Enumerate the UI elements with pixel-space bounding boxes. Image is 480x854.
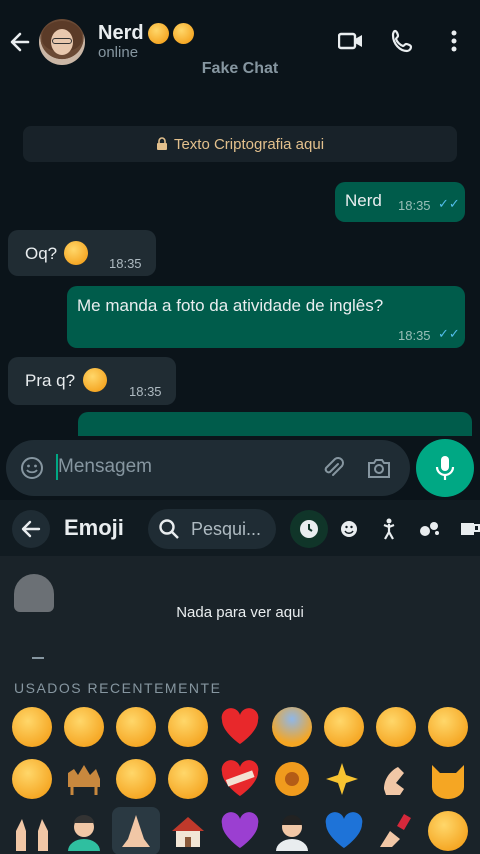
message-time: 18:35 — [398, 198, 431, 213]
avatar[interactable] — [39, 19, 85, 65]
divider — [32, 657, 44, 659]
message-time: 18:35 — [109, 256, 142, 271]
read-ticks-icon: ✓✓ — [438, 326, 460, 341]
microphone-button[interactable] — [416, 439, 474, 497]
message-text: Me manda a foto da atividade de inglês? — [77, 296, 384, 315]
hushed-emoji-icon[interactable] — [112, 703, 160, 751]
emoji-search-input[interactable]: Pesqui... — [148, 509, 276, 549]
message-time: 18:35 — [398, 328, 431, 343]
message-text: Oq? — [25, 244, 58, 263]
mending-heart-emoji-icon[interactable] — [216, 755, 264, 803]
encryption-notice[interactable]: Texto Criptografia aqui — [23, 126, 457, 162]
raising-hands-emoji-icon[interactable] — [8, 807, 56, 854]
message-text: Pra q? — [25, 371, 76, 390]
message-input-bar[interactable]: Mensagem — [6, 440, 410, 496]
unamused-face-icon — [172, 23, 194, 44]
category-person-icon[interactable] — [370, 510, 408, 548]
expressionless-emoji-icon[interactable] — [60, 703, 108, 751]
house-emoji-icon[interactable] — [164, 807, 212, 854]
chat-header: Nerd online Fake Chat — [0, 0, 480, 84]
purple-heart-emoji-icon[interactable] — [216, 807, 264, 854]
attach-icon[interactable] — [320, 455, 346, 486]
pinching-hand-emoji-icon[interactable] — [372, 755, 420, 803]
message-outgoing-partial[interactable] — [78, 412, 472, 436]
search-icon — [159, 519, 179, 539]
emoji-search-placeholder: Pesqui... — [191, 519, 262, 539]
praying-hands-emoji-icon[interactable] — [112, 807, 160, 854]
empty-state-text: Nada para ver aqui — [176, 604, 304, 621]
blue-heart-emoji-icon[interactable] — [320, 807, 368, 854]
sparkles-emoji-icon[interactable] — [320, 755, 368, 803]
category-smiley-icon[interactable] — [330, 510, 368, 548]
recent-section-title: USADOS RECENTEMENTE — [14, 680, 222, 696]
emoji-panel: Emoji Pesqui... Nada para ver aqui USADO… — [0, 500, 480, 854]
shy-face-emoji-icon[interactable] — [424, 807, 472, 854]
nerd-face-icon — [147, 23, 169, 44]
lock-icon — [156, 137, 167, 150]
emoji-panel-title: Emoji — [64, 515, 124, 540]
woman-emoji-icon[interactable] — [268, 807, 316, 854]
rolling-eyes-emoji-icon[interactable] — [372, 703, 420, 751]
emoji-back-button[interactable] — [12, 510, 50, 548]
message-incoming[interactable]: Pra q? 18:35 — [8, 357, 176, 405]
man-emoji-icon[interactable] — [60, 807, 108, 854]
more-options-icon[interactable] — [444, 28, 470, 54]
read-ticks-icon: ✓✓ — [438, 196, 460, 211]
message-time: 18:35 — [129, 384, 162, 399]
flower-emoji-icon[interactable] — [268, 755, 316, 803]
cat-face-emoji-icon[interactable] — [424, 755, 472, 803]
chat-area[interactable]: Texto Criptografia aqui Nerd 18:35 ✓✓ Oq… — [0, 84, 480, 436]
scream-emoji-icon[interactable] — [268, 703, 316, 751]
grinning-emoji-icon[interactable] — [8, 703, 56, 751]
message-outgoing[interactable]: Me manda a foto da atividade de inglês? … — [67, 286, 465, 348]
message-input[interactable]: Mensagem — [58, 456, 152, 478]
nerd-face-icon — [64, 241, 88, 265]
fake-chat-banner: Fake Chat — [201, 60, 279, 77]
category-recent-icon[interactable] — [290, 510, 328, 548]
raised-eyebrow-icon — [83, 368, 107, 392]
emoji-icon[interactable] — [20, 456, 44, 485]
contact-status: online — [98, 44, 139, 61]
camera-icon[interactable] — [366, 455, 392, 486]
contact-name[interactable]: Nerd — [98, 22, 194, 45]
kissing-heart-emoji-icon[interactable] — [8, 755, 56, 803]
nail-polish-emoji-icon[interactable] — [372, 807, 420, 854]
encryption-text: Texto Criptografia aqui — [173, 135, 325, 153]
contact-name-text: Nerd — [98, 22, 144, 44]
raised-eyebrow-emoji-icon[interactable] — [320, 703, 368, 751]
message-outgoing[interactable]: Nerd 18:35 ✓✓ — [335, 182, 465, 222]
category-food-icon[interactable] — [450, 510, 480, 548]
emoji-panel-toolbar: Emoji Pesqui... — [0, 500, 480, 556]
video-call-icon[interactable] — [337, 28, 364, 54]
red-heart-emoji-icon[interactable] — [216, 703, 264, 751]
voice-call-icon[interactable] — [390, 28, 416, 54]
back-arrow-icon[interactable] — [8, 28, 32, 56]
microphone-icon — [435, 456, 455, 480]
message-incoming[interactable]: Oq? 18:35 — [8, 230, 156, 276]
monocle-emoji-icon[interactable] — [164, 755, 212, 803]
unamused-emoji-icon[interactable] — [164, 703, 212, 751]
angry-emoji-icon[interactable] — [112, 755, 160, 803]
category-animals-icon[interactable] — [410, 510, 448, 548]
message-text: Nerd — [345, 191, 382, 210]
camel-emoji-icon[interactable] — [60, 755, 108, 803]
nerd-emoji-icon[interactable] — [424, 703, 472, 751]
